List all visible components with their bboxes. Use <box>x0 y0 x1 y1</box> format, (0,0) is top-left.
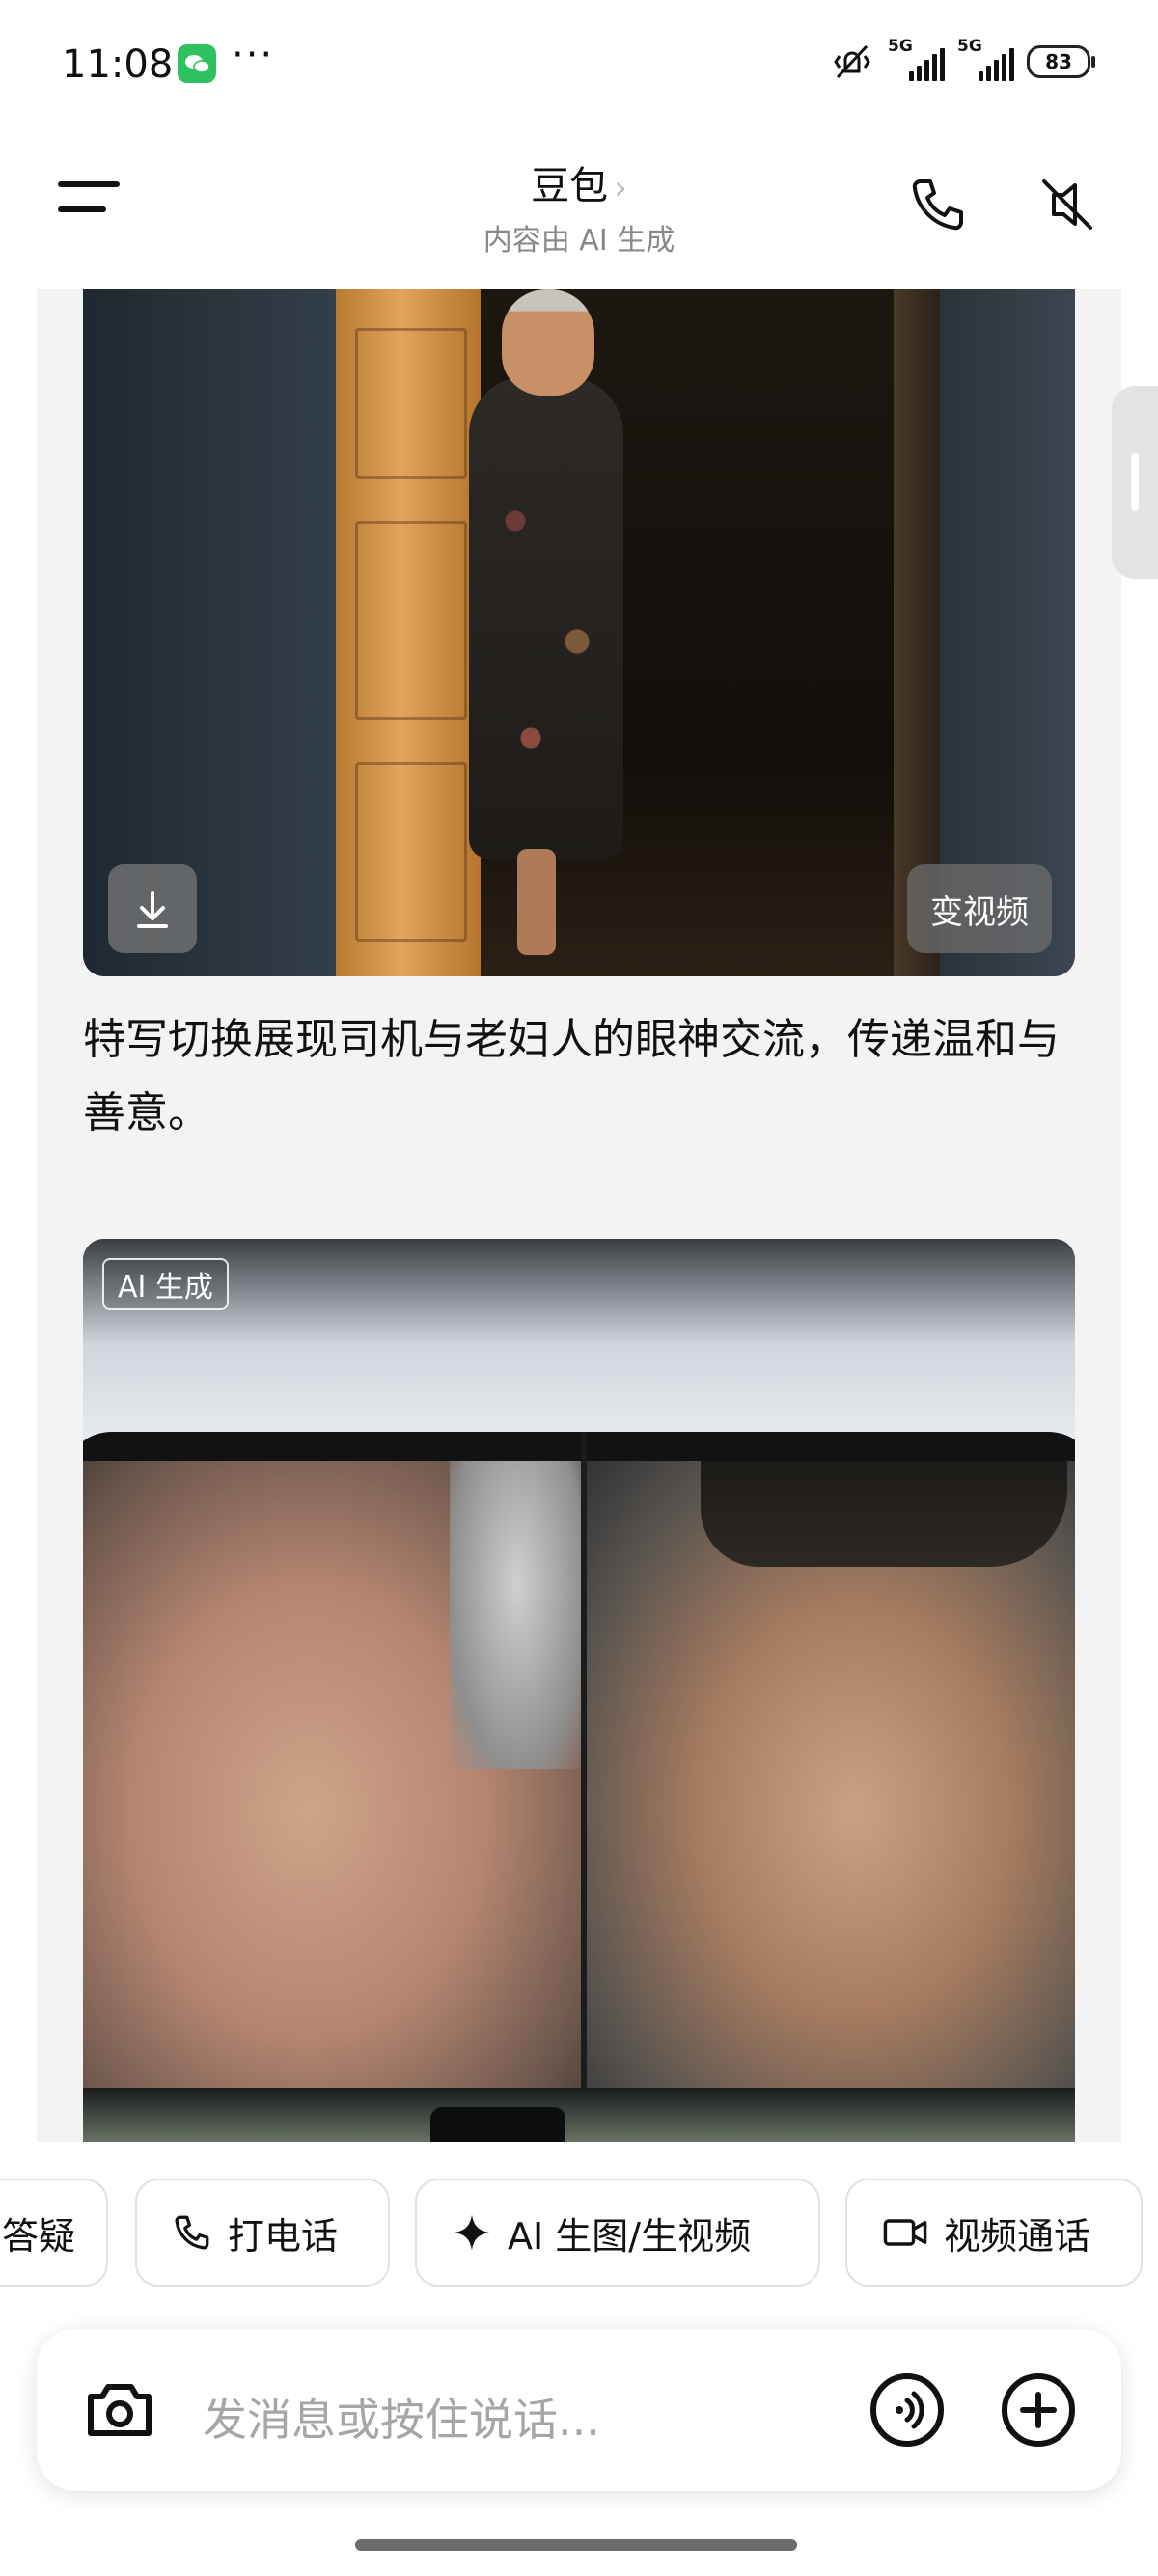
camera-icon <box>88 2384 152 2436</box>
phone-icon <box>175 2215 209 2250</box>
more-notifications-icon: ··· <box>232 33 275 77</box>
wechat-icon <box>178 44 216 83</box>
to-video-button[interactable]: 变视频 <box>907 864 1052 953</box>
mute-button[interactable] <box>1036 174 1098 235</box>
home-indicator[interactable] <box>355 2539 797 2551</box>
phone-icon <box>912 179 963 231</box>
message-input-bar: 发消息或按住说话... <box>37 2329 1121 2491</box>
chip-label: AI 生图/生视频 <box>508 2214 752 2258</box>
chat-subtitle: 内容由 AI 生成 <box>482 224 676 258</box>
chip-phone-call[interactable]: 打电话 <box>135 2179 390 2287</box>
status-indicators: 5G 5G 83 <box>830 37 1095 81</box>
generated-image-mirror-faces[interactable]: AI 生成 <box>83 1239 1075 2142</box>
video-camera-icon <box>883 2219 927 2246</box>
chat-header: 豆包 › 内容由 AI 生成 <box>0 135 1158 280</box>
chevron-right-icon: › <box>614 169 627 207</box>
generated-image-old-woman-doorway[interactable]: 变视频 <box>83 289 1075 976</box>
status-time: 11:08 <box>62 42 174 87</box>
battery-indicator: 83 <box>1027 45 1095 78</box>
chip-ai-image-video[interactable]: AI 生图/生视频 <box>415 2179 820 2287</box>
camera-button[interactable] <box>81 2371 158 2449</box>
side-scroll-handle[interactable] <box>1112 386 1158 579</box>
speaker-off-icon <box>1042 179 1092 230</box>
chat-title-block[interactable]: 豆包 › 内容由 AI 生成 <box>0 154 1158 259</box>
vibrate-off-icon <box>834 44 870 79</box>
download-button[interactable] <box>108 864 197 953</box>
status-bar: 11:08 ··· 5G 5G 83 <box>0 0 1158 125</box>
chip-label: 打电话 <box>228 2214 339 2258</box>
chip-qa[interactable]: 答疑 <box>0 2179 108 2287</box>
download-icon <box>137 891 168 928</box>
screen: 11:08 ··· 5G 5G 83 豆包 › 内容由 AI 生成 变视频 特写… <box>0 0 1158 2576</box>
chip-label: 视频通话 <box>944 2214 1091 2258</box>
chip-label: 答疑 <box>2 2214 76 2258</box>
sparkle-icon <box>454 2214 490 2251</box>
signal-icon-2: 5G <box>957 37 1014 81</box>
message-input[interactable]: 发消息或按住说话... <box>203 2385 600 2449</box>
image-caption-text: 特写切换展现司机与老妇人的眼神交流，传递温和与善意。 <box>83 1015 1060 1137</box>
chat-messages[interactable]: 变视频 特写切换展现司机与老妇人的眼神交流，传递温和与善意。 AI 生成 <box>37 289 1121 2142</box>
plus-circle-icon <box>1002 2373 1075 2447</box>
chat-title: 豆包 <box>531 164 609 208</box>
voice-call-button[interactable] <box>868 2371 946 2449</box>
phone-call-button[interactable] <box>907 174 969 235</box>
chip-video-call[interactable]: 视频通话 <box>845 2179 1143 2287</box>
sound-wave-icon <box>870 2373 944 2447</box>
more-actions-button[interactable] <box>1000 2371 1077 2449</box>
ai-generated-badge: AI 生成 <box>102 1258 229 1310</box>
signal-icon: 5G <box>888 37 945 81</box>
suggestion-chips: 答疑 打电话 AI 生图/生视频 视频通话 <box>0 2179 1158 2290</box>
